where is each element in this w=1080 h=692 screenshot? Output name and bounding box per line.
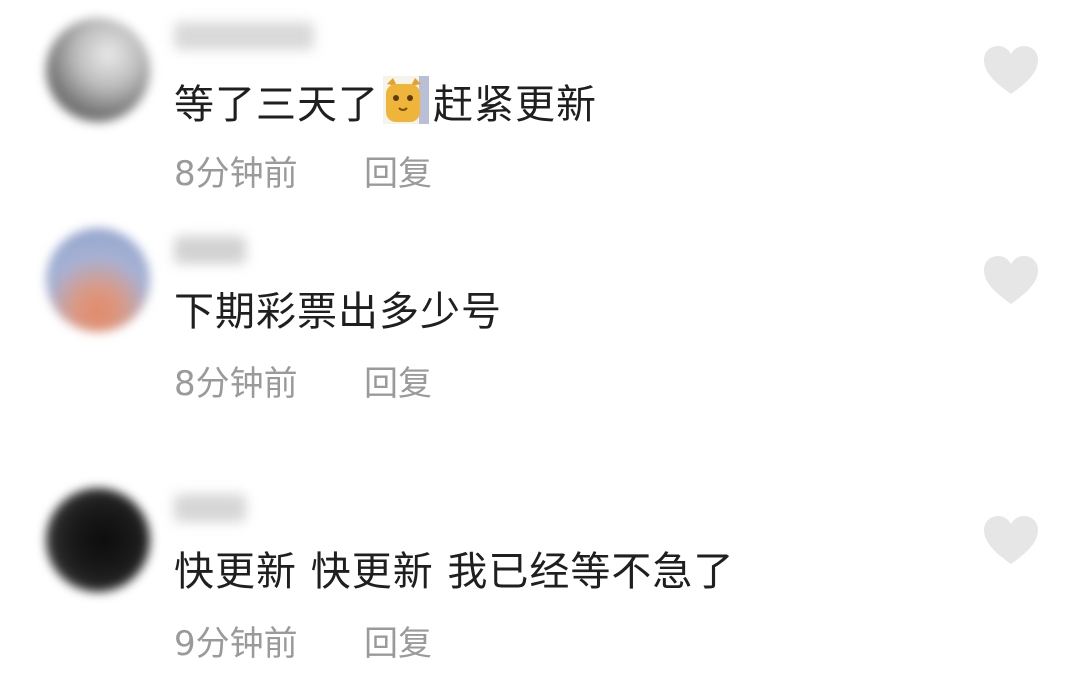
username-blurred[interactable] bbox=[174, 494, 246, 522]
username-blurred[interactable] bbox=[174, 236, 246, 264]
comment-text: 快更新 快更新 我已经等不急了 bbox=[174, 549, 735, 595]
reply-button[interactable]: 回复 bbox=[364, 364, 432, 404]
reply-button[interactable]: 回复 bbox=[364, 624, 432, 664]
comment-time: 9分钟前 bbox=[174, 624, 298, 664]
heart-icon[interactable] bbox=[984, 256, 1038, 306]
comment-item-3: 快更新 快更新 我已经等不急了 9分钟前 回复 bbox=[0, 0, 1080, 664]
heart-icon[interactable] bbox=[984, 516, 1038, 566]
comment-text: 下期彩票出多少号 bbox=[174, 289, 502, 335]
avatar[interactable] bbox=[46, 488, 150, 592]
comment-time: 8分钟前 bbox=[174, 364, 298, 404]
avatar[interactable] bbox=[46, 228, 150, 332]
